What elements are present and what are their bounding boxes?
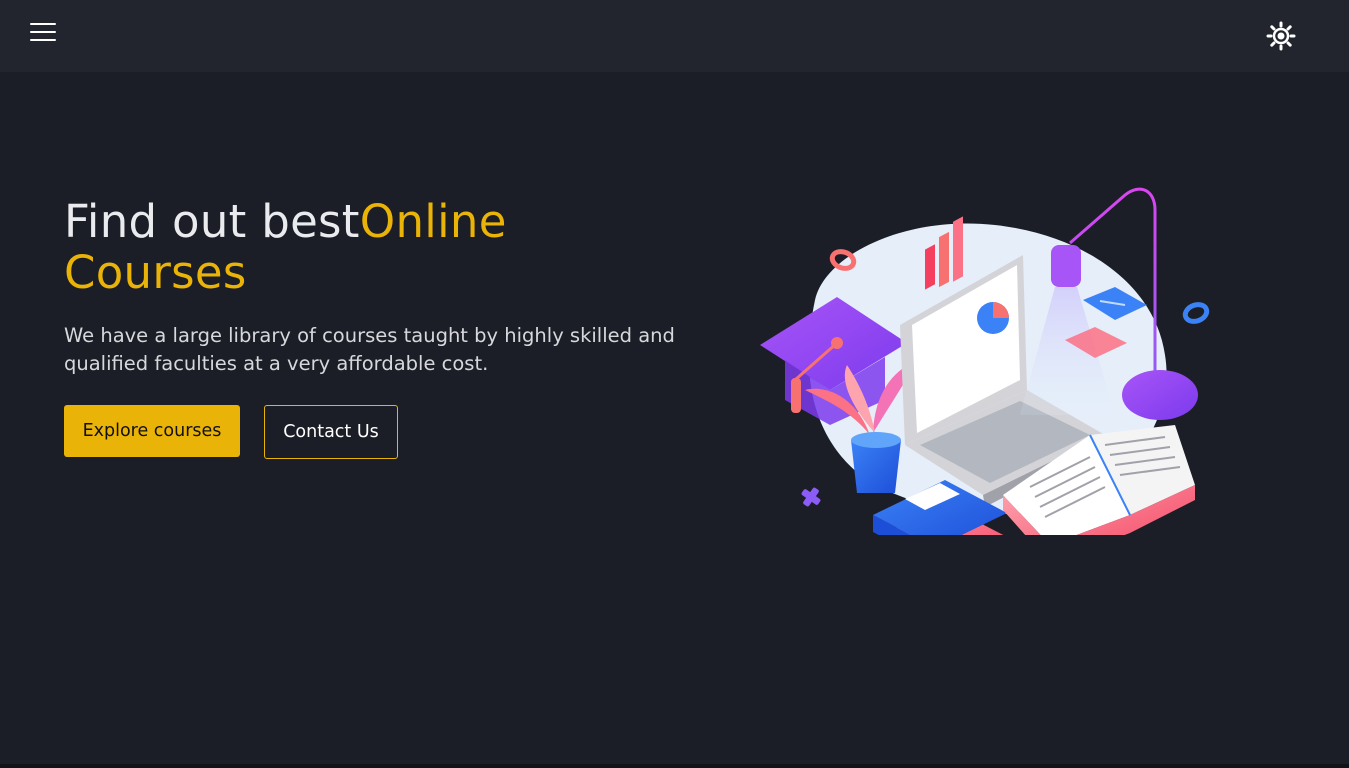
explore-courses-button[interactable]: Explore courses bbox=[64, 405, 240, 457]
online-education-illustration bbox=[755, 115, 1215, 590]
hero-title: Find out bestOnline Courses bbox=[64, 196, 624, 298]
sun-icon[interactable] bbox=[1265, 20, 1297, 52]
hamburger-menu-icon[interactable] bbox=[28, 18, 60, 46]
bottom-border bbox=[0, 764, 1349, 768]
hero-description: We have a large library of courses taugh… bbox=[64, 324, 675, 375]
contact-us-button[interactable]: Contact Us bbox=[264, 405, 398, 459]
top-navbar bbox=[0, 0, 1349, 72]
hero-title-text: Find out best bbox=[64, 195, 360, 248]
